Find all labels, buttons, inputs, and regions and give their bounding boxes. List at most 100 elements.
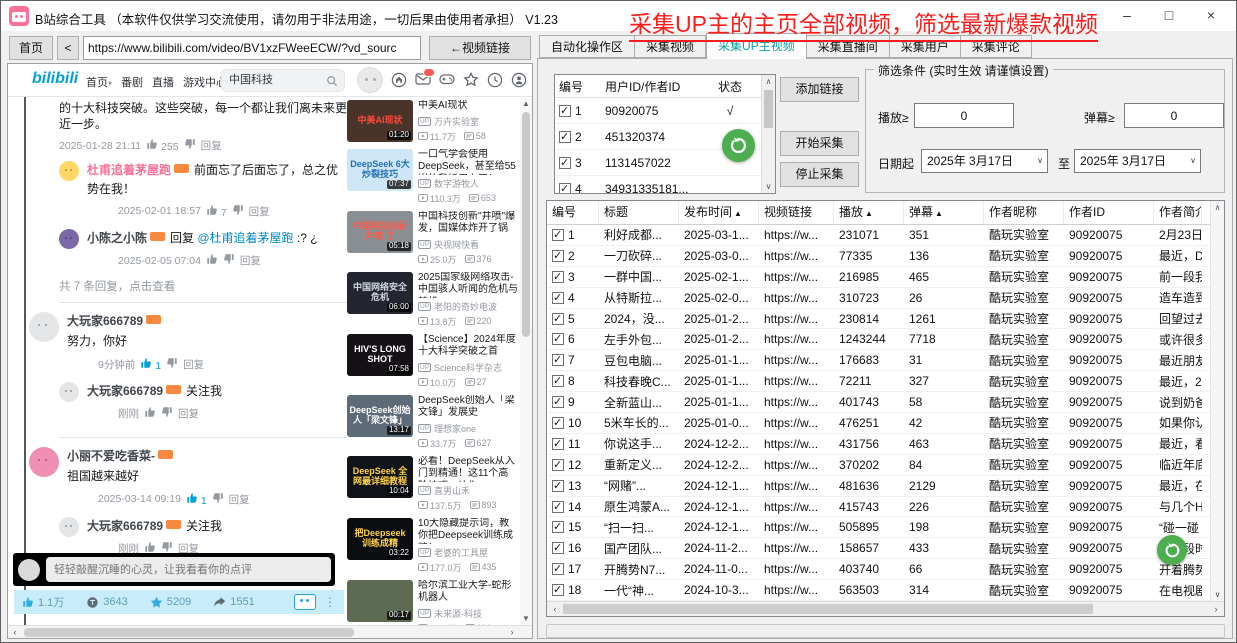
scroll-right-icon[interactable]: ›	[505, 626, 519, 638]
video-author[interactable]: UP理想家one	[418, 422, 518, 435]
commenter-name[interactable]: 大玩家666789	[87, 519, 163, 533]
mail-icon[interactable]	[415, 72, 431, 88]
like-button[interactable]: 1	[140, 357, 161, 372]
nav-item-番剧[interactable]: 番剧	[121, 74, 143, 90]
row-checkbox[interactable]	[552, 417, 564, 429]
home-icon[interactable]	[391, 72, 407, 88]
row-checkbox[interactable]	[552, 480, 564, 492]
start-collect-button[interactable]: 开始采集	[780, 131, 859, 156]
comment-input[interactable]	[46, 557, 331, 582]
row-checkbox[interactable]	[552, 459, 564, 471]
commenter-name[interactable]: 大玩家666789	[67, 314, 143, 328]
row-checkbox[interactable]	[552, 563, 564, 575]
column-header-作者简介[interactable]: 作者简介	[1154, 201, 1202, 224]
video-author[interactable]: UP老阳的奇妙电波	[418, 300, 518, 313]
scrollbar-thumb[interactable]	[563, 604, 1093, 614]
row-checkbox[interactable]	[552, 250, 564, 262]
column-header-编号[interactable]: 编号	[547, 201, 599, 224]
row-checkbox[interactable]	[552, 501, 564, 513]
avatar[interactable]	[59, 161, 79, 181]
scroll-up-icon[interactable]: ∧	[1211, 201, 1224, 215]
more-options-icon[interactable]: ⋮	[324, 595, 336, 609]
dislike-button[interactable]	[223, 253, 235, 268]
row-checkbox[interactable]	[552, 229, 564, 241]
avatar[interactable]	[29, 312, 59, 342]
like-button[interactable]: 1	[186, 492, 207, 507]
scroll-down-icon[interactable]: ∨	[1211, 588, 1224, 602]
scroll-left-icon[interactable]: ‹	[548, 603, 562, 616]
dislike-button[interactable]	[232, 204, 244, 219]
video-author[interactable]: UP未来源-科技	[418, 607, 518, 620]
video-title[interactable]: 【Science】2024年度十大科学突破之首	[418, 334, 518, 359]
avatar[interactable]	[59, 517, 79, 537]
row-checkbox[interactable]	[559, 131, 571, 143]
commenter-name[interactable]: 杜甫追着茅屋跑	[87, 163, 171, 177]
share-button[interactable]: 1551	[213, 596, 254, 609]
bilibili-logo[interactable]: bilibili	[32, 70, 78, 88]
video-card[interactable]: HIV'S LONG SHOT07:58【Science】2024年度十大科学突…	[347, 334, 521, 389]
video-card[interactable]: 00:17哈尔滨工业大学-蛇形机器人UP未来源-科技27.9万114	[347, 580, 521, 628]
search-icon[interactable]	[326, 74, 338, 92]
like-button[interactable]	[206, 253, 218, 268]
video-card[interactable]: DeepSeek 全网最详细教程10:04必看！DeepSeek从入门到精通！这…	[347, 456, 521, 512]
dislike-button[interactable]	[161, 541, 173, 553]
browser-horizontal-scrollbar[interactable]: ‹ ›	[8, 625, 532, 638]
row-checkbox[interactable]	[552, 313, 564, 325]
comment-input-box[interactable]	[13, 553, 335, 586]
video-title[interactable]: 必看！DeepSeek从入门到精通！这11个高阶技巧，让你	[418, 456, 518, 482]
url-input[interactable]	[83, 36, 421, 60]
row-checkbox[interactable]	[559, 183, 571, 195]
reply-button[interactable]: 回复	[178, 541, 199, 553]
row-checkbox[interactable]	[552, 271, 564, 283]
tab-自动化操作区[interactable]: 自动化操作区	[539, 35, 635, 58]
video-card[interactable]: DeepSeek 6大炒裂技巧07:37一口气学会使用DeepSeek，甚至给5…	[347, 149, 521, 205]
video-title[interactable]: DeepSeek创始人「梁文锋」发展史	[418, 395, 518, 420]
like-button[interactable]: 7	[206, 204, 227, 219]
scroll-left-icon[interactable]: ‹	[8, 626, 22, 638]
results-horizontal-scrollbar[interactable]: ‹ ›	[547, 601, 1224, 616]
search-input[interactable]	[229, 73, 321, 85]
dislike-button[interactable]	[161, 406, 173, 421]
dislike-button[interactable]	[184, 138, 196, 153]
video-card[interactable]: 中美AI现状01:20中美AI现状UP万卉实验室11.7万58	[347, 100, 521, 143]
avatar[interactable]	[59, 382, 79, 402]
stop-collect-button[interactable]: 停止采集	[780, 162, 859, 187]
tv-icon[interactable]	[294, 594, 316, 610]
row-checkbox[interactable]	[552, 292, 564, 304]
like-button[interactable]: 255	[146, 138, 178, 153]
video-author[interactable]: UP直男山禾	[418, 484, 518, 497]
video-title[interactable]: 哈尔滨工业大学-蛇形机器人	[418, 580, 518, 605]
commenter-name[interactable]: 小陈之小陈	[87, 231, 147, 245]
row-checkbox[interactable]	[552, 542, 564, 554]
video-title[interactable]: 一口气学会使用DeepSeek，甚至给55岁的我妈用上了！	[418, 149, 518, 175]
browser-vertical-scrollbar[interactable]: ▲ ▼	[520, 98, 532, 625]
column-header-标题[interactable]: 标题	[599, 201, 679, 224]
nav-item-首页[interactable]: 首页▾	[86, 74, 112, 90]
user-avatar[interactable]	[357, 67, 383, 93]
like-button[interactable]	[144, 541, 156, 553]
video-title[interactable]: 中国科技创新"井喷"爆发，国媒体炸开了锅	[418, 211, 518, 236]
reply-button[interactable]: 回复	[201, 138, 222, 153]
video-link-button[interactable]: ←视频链接	[429, 36, 531, 60]
row-checkbox[interactable]	[552, 396, 564, 408]
avatar[interactable]	[29, 447, 59, 477]
avatar[interactable]	[59, 229, 79, 249]
row-checkbox[interactable]	[552, 584, 564, 596]
video-title[interactable]: 2025国家级网络攻击-中国骇人听闻的危机与转机	[418, 272, 518, 298]
video-author[interactable]: UP老婆的工具屋	[418, 546, 518, 559]
star-icon[interactable]	[463, 72, 479, 88]
column-header-播放[interactable]: 播放▲	[834, 201, 904, 224]
reply-button[interactable]: 回复	[229, 492, 250, 507]
favorite-button[interactable]: 5209	[150, 596, 191, 609]
date-to-select[interactable]: 2025年 3月17日∨	[1074, 149, 1201, 173]
commenter-name[interactable]: 大玩家666789	[87, 384, 163, 398]
add-link-button[interactable]: 添加链接	[780, 77, 859, 102]
video-title[interactable]: 中美AI现状	[418, 100, 518, 113]
row-checkbox[interactable]	[552, 521, 564, 533]
column-header-发布时间[interactable]: 发布时间▲	[679, 201, 759, 224]
mention-link[interactable]: @杜甫追着茅屋跑	[197, 231, 293, 245]
dislike-button[interactable]	[212, 492, 224, 507]
column-header-弹幕[interactable]: 弹幕▲	[904, 201, 984, 224]
scroll-down-icon[interactable]: ▼	[520, 613, 532, 625]
close-icon[interactable]: ×	[1190, 1, 1232, 29]
